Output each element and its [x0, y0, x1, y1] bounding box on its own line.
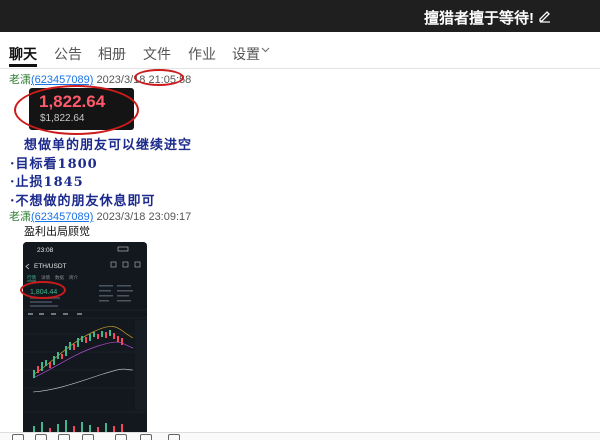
chevron-down-icon[interactable]	[261, 47, 270, 53]
scissors-icon[interactable]	[35, 434, 47, 440]
more-icon[interactable]	[168, 434, 180, 440]
active-tab-indicator	[9, 64, 37, 67]
screenshot-price-highlight-circle	[20, 281, 66, 299]
sender-qq-link[interactable]: (623457089)	[31, 211, 93, 223]
tab-homework[interactable]: 作业	[188, 44, 216, 64]
tab-intro: 简介	[69, 274, 78, 281]
tab-chat[interactable]: 聊天	[9, 44, 37, 64]
tab-announcement[interactable]: 公告	[54, 44, 82, 64]
status-time: 23:08	[37, 247, 54, 254]
file-icon[interactable]	[58, 434, 70, 440]
handwritten-line: ·止损1845	[10, 175, 84, 190]
message-time: 2023/3/18 23:09:17	[96, 211, 192, 223]
handwritten-line: 想做单的朋友可以继续进空	[24, 138, 193, 153]
edit-icon[interactable]	[537, 8, 552, 23]
title-bar: 擅猎者擅于等待!	[0, 0, 600, 32]
tab-data: 数据	[55, 274, 64, 281]
history-icon[interactable]	[115, 434, 127, 440]
price-highlight-circle	[14, 85, 139, 135]
time-highlight-circle	[134, 69, 184, 86]
tab-details: 详情	[41, 274, 50, 281]
tab-bar	[0, 32, 600, 69]
trading-app-screenshot[interactable]: 23:08 ETH/USDT 行情 详情 数据 简介 1,804.44	[23, 242, 147, 439]
sender-name[interactable]: 老潇	[9, 211, 31, 223]
handwritten-line: ·不想做的朋友休息即可	[10, 194, 156, 209]
tab-files[interactable]: 文件	[143, 44, 171, 64]
tab-album[interactable]: 相册	[98, 44, 126, 64]
message-header: 老潇(623457089) 2023/3/18 23:09:17	[9, 208, 191, 224]
image-icon[interactable]	[82, 434, 94, 440]
group-name: 擅猎者擅于等待!	[424, 10, 534, 27]
message-text: 盈利出局顾觉	[24, 226, 90, 238]
trading-app-graphic: 23:08 ETH/USDT 行情 详情 数据 简介 1,804.44	[23, 242, 147, 439]
tab-settings[interactable]: 设置	[232, 44, 260, 64]
pair-label: ETH/USDT	[34, 263, 67, 270]
mic-icon[interactable]	[140, 434, 152, 440]
sender-name[interactable]: 老潇	[9, 74, 31, 86]
emoji-icon[interactable]	[12, 434, 24, 440]
handwritten-line: ·目标看1800	[10, 157, 98, 172]
tab-market: 行情	[27, 274, 36, 281]
